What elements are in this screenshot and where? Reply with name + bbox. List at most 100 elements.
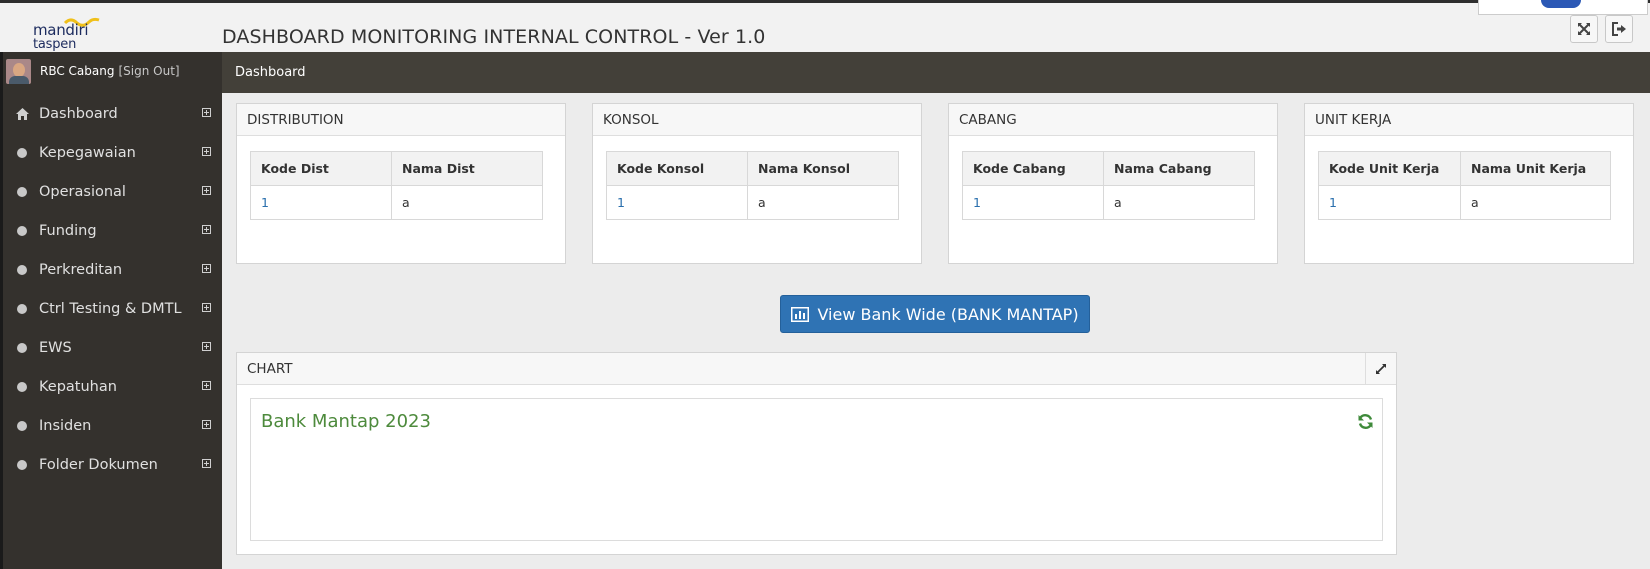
sidebar-item-label: EWS	[39, 339, 72, 356]
sidebar-item-label: Folder Dokumen	[39, 456, 158, 473]
table-header: Kode Konsol	[606, 151, 748, 186]
table-cell: a	[391, 185, 543, 220]
sidebar-item-label: Funding	[39, 222, 97, 239]
expand-plus-icon[interactable]	[202, 225, 211, 234]
logo-text-taspen: taspen	[33, 37, 77, 52]
sidebar-item-label: Operasional	[39, 183, 126, 200]
sidebar-item-folder-dokumen[interactable]: Folder Dokumen	[3, 445, 222, 484]
table-cell-link[interactable]: 1	[250, 185, 392, 220]
bar-chart-icon	[791, 306, 810, 322]
table-cell-link[interactable]: 1	[1318, 185, 1461, 220]
panel-cabang: CABANG Kode Cabang Nama Cabang 1 a	[948, 103, 1278, 264]
circle-icon	[17, 381, 27, 392]
table-header: Kode Cabang	[962, 151, 1104, 186]
sidebar-item-funding[interactable]: Funding	[3, 211, 222, 250]
sidebar-item-dashboard[interactable]: Dashboard	[3, 94, 222, 133]
circle-icon	[17, 342, 27, 353]
expand-icon	[1376, 363, 1386, 374]
sidebar-item-label: Kepegawaian	[39, 144, 136, 161]
chart-panel: CHART Bank Mantap 2023	[236, 352, 1397, 555]
panel-title: DISTRIBUTION	[237, 104, 565, 136]
table-row: 1 a	[1318, 185, 1611, 220]
panel-title: KONSOL	[593, 104, 921, 136]
table-cell: a	[1103, 185, 1255, 220]
logo: mandiri taspen	[33, 15, 143, 55]
sidebar-item-operasional[interactable]: Operasional	[3, 172, 222, 211]
home-icon	[16, 107, 29, 120]
circle-icon	[17, 303, 27, 314]
expand-plus-icon[interactable]	[202, 186, 211, 195]
table-row: 1 a	[250, 185, 543, 220]
table-header: Kode Dist	[250, 151, 392, 186]
circle-icon	[17, 420, 27, 431]
logout-icon	[1611, 22, 1626, 36]
sidebar-item-perkreditan[interactable]: Perkreditan	[3, 250, 222, 289]
table-cell-link[interactable]: 1	[962, 185, 1104, 220]
table-cell-link[interactable]: 1	[606, 185, 748, 220]
corner-widget	[1478, 0, 1648, 15]
cabang-table: Kode Cabang Nama Cabang 1 a	[962, 151, 1255, 220]
table-cell: a	[747, 185, 899, 220]
sidebar-item-ctrl-testing[interactable]: Ctrl Testing & DMTL	[3, 289, 222, 328]
page-title: DASHBOARD MONITORING INTERNAL CONTROL - …	[222, 26, 766, 48]
unit-kerja-table: Kode Unit Kerja Nama Unit Kerja 1 a	[1318, 151, 1611, 220]
sidebar-item-label: Dashboard	[39, 105, 118, 122]
table-header: Nama Konsol	[747, 151, 899, 186]
circle-icon	[17, 186, 27, 197]
circle-icon	[17, 459, 27, 470]
expand-plus-icon[interactable]	[202, 147, 211, 156]
chart-area: Bank Mantap 2023	[250, 398, 1383, 541]
logout-button[interactable]	[1605, 15, 1633, 43]
panel-konsol: KONSOL Kode Konsol Nama Konsol 1 a	[592, 103, 922, 264]
panel-title: CHART	[247, 361, 293, 377]
sidebar-item-label: Insiden	[39, 417, 92, 434]
expand-plus-icon[interactable]	[202, 342, 211, 351]
view-bank-wide-button[interactable]: View Bank Wide (BANK MANTAP)	[780, 295, 1090, 333]
panel-distribution: DISTRIBUTION Kode Dist Nama Dist 1 a	[236, 103, 566, 264]
table-header: Nama Dist	[391, 151, 543, 186]
refresh-icon[interactable]	[1357, 413, 1374, 430]
expand-plus-icon[interactable]	[202, 264, 211, 273]
corner-widget-graphic	[1541, 0, 1581, 8]
sidebar-nav: Dashboard Kepegawaian Operasional Fundin…	[3, 94, 222, 484]
expand-plus-icon[interactable]	[202, 420, 211, 429]
circle-icon	[17, 225, 27, 236]
breadcrumb[interactable]: Dashboard	[222, 52, 1650, 93]
panel-title: UNIT KERJA	[1305, 104, 1633, 136]
sidebar-item-ews[interactable]: EWS	[3, 328, 222, 367]
sidebar: RBC Cabang [Sign Out] Dashboard Kepegawa…	[0, 52, 222, 569]
view-bank-wide-label: View Bank Wide (BANK MANTAP)	[817, 304, 1079, 324]
expand-plus-icon[interactable]	[202, 108, 211, 117]
table-header: Kode Unit Kerja	[1318, 151, 1461, 186]
sidebar-item-kepegawaian[interactable]: Kepegawaian	[3, 133, 222, 172]
fullscreen-button[interactable]	[1570, 15, 1598, 43]
konsol-table: Kode Konsol Nama Konsol 1 a	[606, 151, 899, 220]
panel-title: CABANG	[949, 104, 1277, 136]
circle-icon	[17, 264, 27, 275]
expand-button[interactable]	[1365, 353, 1396, 384]
sidebar-item-label: Perkreditan	[39, 261, 123, 278]
distribution-table: Kode Dist Nama Dist 1 a	[250, 151, 543, 220]
avatar	[6, 58, 31, 84]
table-header: Nama Unit Kerja	[1460, 151, 1611, 186]
sidebar-item-kepatuhan[interactable]: Kepatuhan	[3, 367, 222, 406]
circle-icon	[17, 147, 27, 158]
sidebar-item-label: Kepatuhan	[39, 378, 117, 395]
sidebar-item-insiden[interactable]: Insiden	[3, 406, 222, 445]
expand-plus-icon[interactable]	[202, 381, 211, 390]
table-row: 1 a	[606, 185, 899, 220]
user-info: RBC Cabang [Sign Out]	[6, 56, 180, 86]
sign-out-link[interactable]: [Sign Out]	[118, 64, 179, 78]
fullscreen-icon	[1578, 23, 1590, 35]
chart-panel-header: CHART	[237, 353, 1396, 385]
panel-unit-kerja: UNIT KERJA Kode Unit Kerja Nama Unit Ker…	[1304, 103, 1634, 264]
expand-plus-icon[interactable]	[202, 459, 211, 468]
chart-title: Bank Mantap 2023	[261, 411, 431, 432]
table-row: 1 a	[962, 185, 1255, 220]
sidebar-item-label: Ctrl Testing & DMTL	[39, 300, 182, 317]
user-name: RBC Cabang	[40, 64, 115, 78]
table-cell: a	[1460, 185, 1611, 220]
table-header: Nama Cabang	[1103, 151, 1255, 186]
header: mandiri taspen DASHBOARD MONITORING INTE…	[0, 3, 1650, 52]
expand-plus-icon[interactable]	[202, 303, 211, 312]
